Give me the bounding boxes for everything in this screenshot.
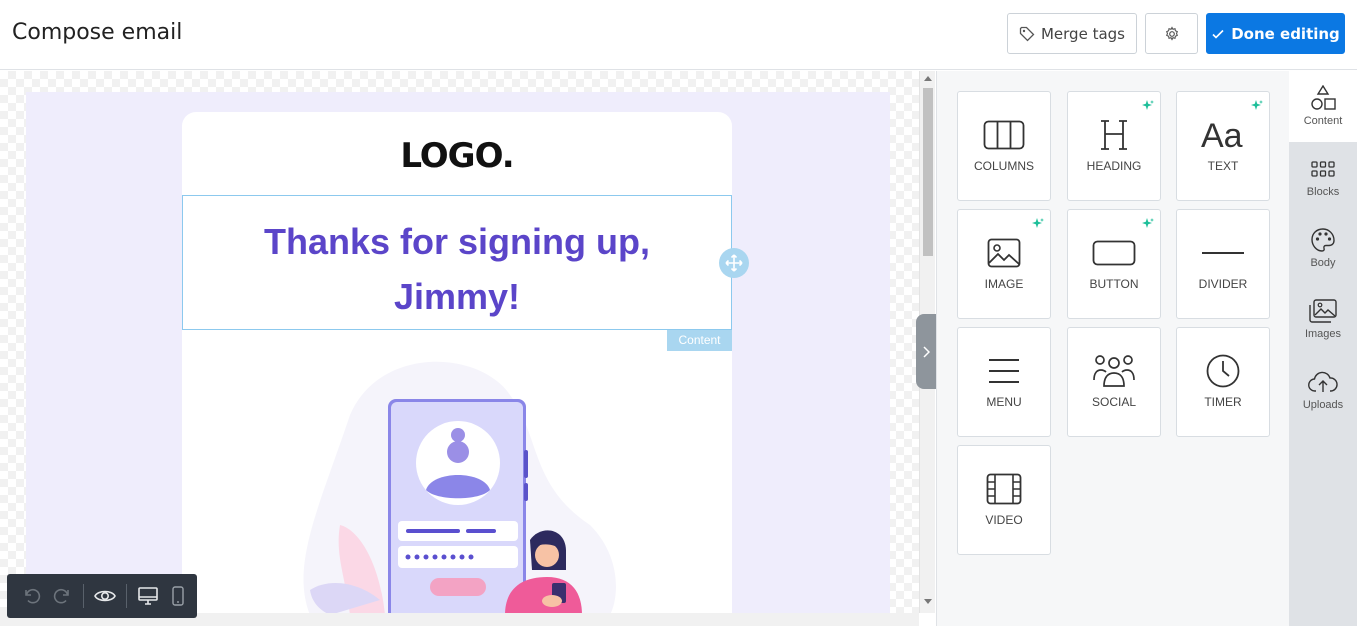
tool-image[interactable]: IMAGE	[957, 209, 1051, 319]
sidebar-label: Content	[1303, 115, 1343, 127]
tool-text[interactable]: Aa TEXT	[1176, 91, 1270, 201]
sidebar-label: Images	[1304, 328, 1342, 340]
editor-sidebar: Content Blocks Body Images Uploads	[1289, 71, 1357, 626]
tool-timer[interactable]: TIMER	[1176, 327, 1270, 437]
shapes-icon	[1311, 85, 1336, 110]
signup-illustration[interactable]	[290, 355, 630, 615]
desktop-view-button[interactable]	[133, 581, 163, 611]
tool-label: VIDEO	[985, 513, 1023, 527]
sidebar-item-images[interactable]: Images	[1289, 284, 1357, 355]
top-bar: Compose email Merge tags Done editing	[0, 0, 1357, 70]
check-icon	[1212, 29, 1224, 39]
merge-tags-label: Merge tags	[1040, 24, 1125, 43]
tool-menu[interactable]: MENU	[957, 327, 1051, 437]
tool-video[interactable]: VIDEO	[957, 445, 1051, 555]
sidebar-label: Blocks	[1306, 186, 1340, 198]
mobile-view-button[interactable]	[163, 581, 193, 611]
chevron-right-icon	[923, 345, 930, 358]
undo-icon	[25, 588, 41, 604]
done-editing-button[interactable]: Done editing	[1206, 13, 1345, 54]
tool-label: BUTTON	[1089, 277, 1139, 291]
divider-icon	[1202, 252, 1244, 254]
scroll-down-arrow-icon[interactable]	[924, 599, 932, 605]
selected-heading-block[interactable]: Thanks for signing up, Jimmy!	[182, 195, 732, 330]
toolbar-divider	[126, 584, 127, 608]
sidebar-label: Body	[1310, 257, 1336, 269]
gear-icon	[1165, 25, 1178, 41]
tool-social[interactable]: SOCIAL	[1067, 327, 1161, 437]
merge-tags-button[interactable]: Merge tags	[1007, 13, 1137, 54]
tool-label: HEADING	[1086, 159, 1142, 173]
settings-button[interactable]	[1145, 13, 1198, 54]
cloud-upload-icon	[1308, 371, 1338, 392]
tool-label: TIMER	[1204, 395, 1242, 409]
content-tools-panel: COLUMNS HEADING Aa TEXT IMAGE BUTTON DIV…	[936, 71, 1289, 626]
move-icon	[725, 254, 743, 272]
sidebar-item-content[interactable]: Content	[1289, 71, 1357, 142]
scroll-up-arrow-icon[interactable]	[924, 75, 932, 81]
eye-icon	[94, 590, 116, 602]
columns-icon	[983, 120, 1025, 150]
image-icon	[987, 238, 1021, 268]
grid-icon	[1311, 161, 1335, 177]
scrollbar-thumb[interactable]	[923, 88, 933, 256]
tool-label: DIVIDER	[1198, 277, 1248, 291]
content-block-tag: Content	[667, 330, 732, 351]
heading-icon	[1101, 120, 1127, 150]
panel-collapse-tab[interactable]	[916, 314, 936, 389]
text-icon: Aa	[1201, 118, 1243, 152]
headline-line-1: Thanks for signing up,	[264, 221, 650, 262]
page-title: Compose email	[12, 20, 183, 45]
palette-icon	[1311, 228, 1335, 252]
timer-icon	[1206, 354, 1240, 388]
sidebar-item-body[interactable]: Body	[1289, 213, 1357, 284]
social-icon	[1093, 355, 1135, 387]
tool-heading[interactable]: HEADING	[1067, 91, 1161, 201]
move-handle[interactable]	[719, 248, 749, 278]
svg-text:Aa: Aa	[1201, 118, 1243, 152]
email-headline[interactable]: Thanks for signing up, Jimmy!	[183, 214, 731, 324]
tool-columns[interactable]: COLUMNS	[957, 91, 1051, 201]
sidebar-item-blocks[interactable]: Blocks	[1289, 142, 1357, 213]
email-logo[interactable]: LOGO.	[182, 136, 732, 176]
done-editing-label: Done editing	[1231, 24, 1340, 43]
toolbar-divider	[83, 584, 84, 608]
editor-toolbar	[7, 574, 197, 618]
tag-icon	[1019, 26, 1035, 41]
redo-button[interactable]	[47, 581, 77, 611]
preview-button[interactable]	[90, 581, 120, 611]
video-icon	[986, 473, 1022, 505]
sidebar-item-uploads[interactable]: Uploads	[1289, 355, 1357, 426]
desktop-icon	[138, 587, 158, 605]
undo-button[interactable]	[17, 581, 47, 611]
tool-label: SOCIAL	[1091, 395, 1136, 409]
redo-icon	[53, 588, 69, 604]
images-icon	[1309, 299, 1337, 323]
tool-label: MENU	[986, 395, 1022, 409]
sidebar-label: Uploads	[1302, 399, 1344, 411]
menu-icon	[989, 359, 1019, 383]
tool-divider[interactable]: DIVIDER	[1176, 209, 1270, 319]
button-icon	[1092, 240, 1136, 266]
tool-label: COLUMNS	[973, 159, 1034, 173]
tool-label: IMAGE	[984, 277, 1024, 291]
tool-label: TEXT	[1207, 159, 1239, 173]
headline-line-2: Jimmy!	[393, 276, 521, 317]
tool-button[interactable]: BUTTON	[1067, 209, 1161, 319]
mobile-icon	[172, 586, 184, 606]
